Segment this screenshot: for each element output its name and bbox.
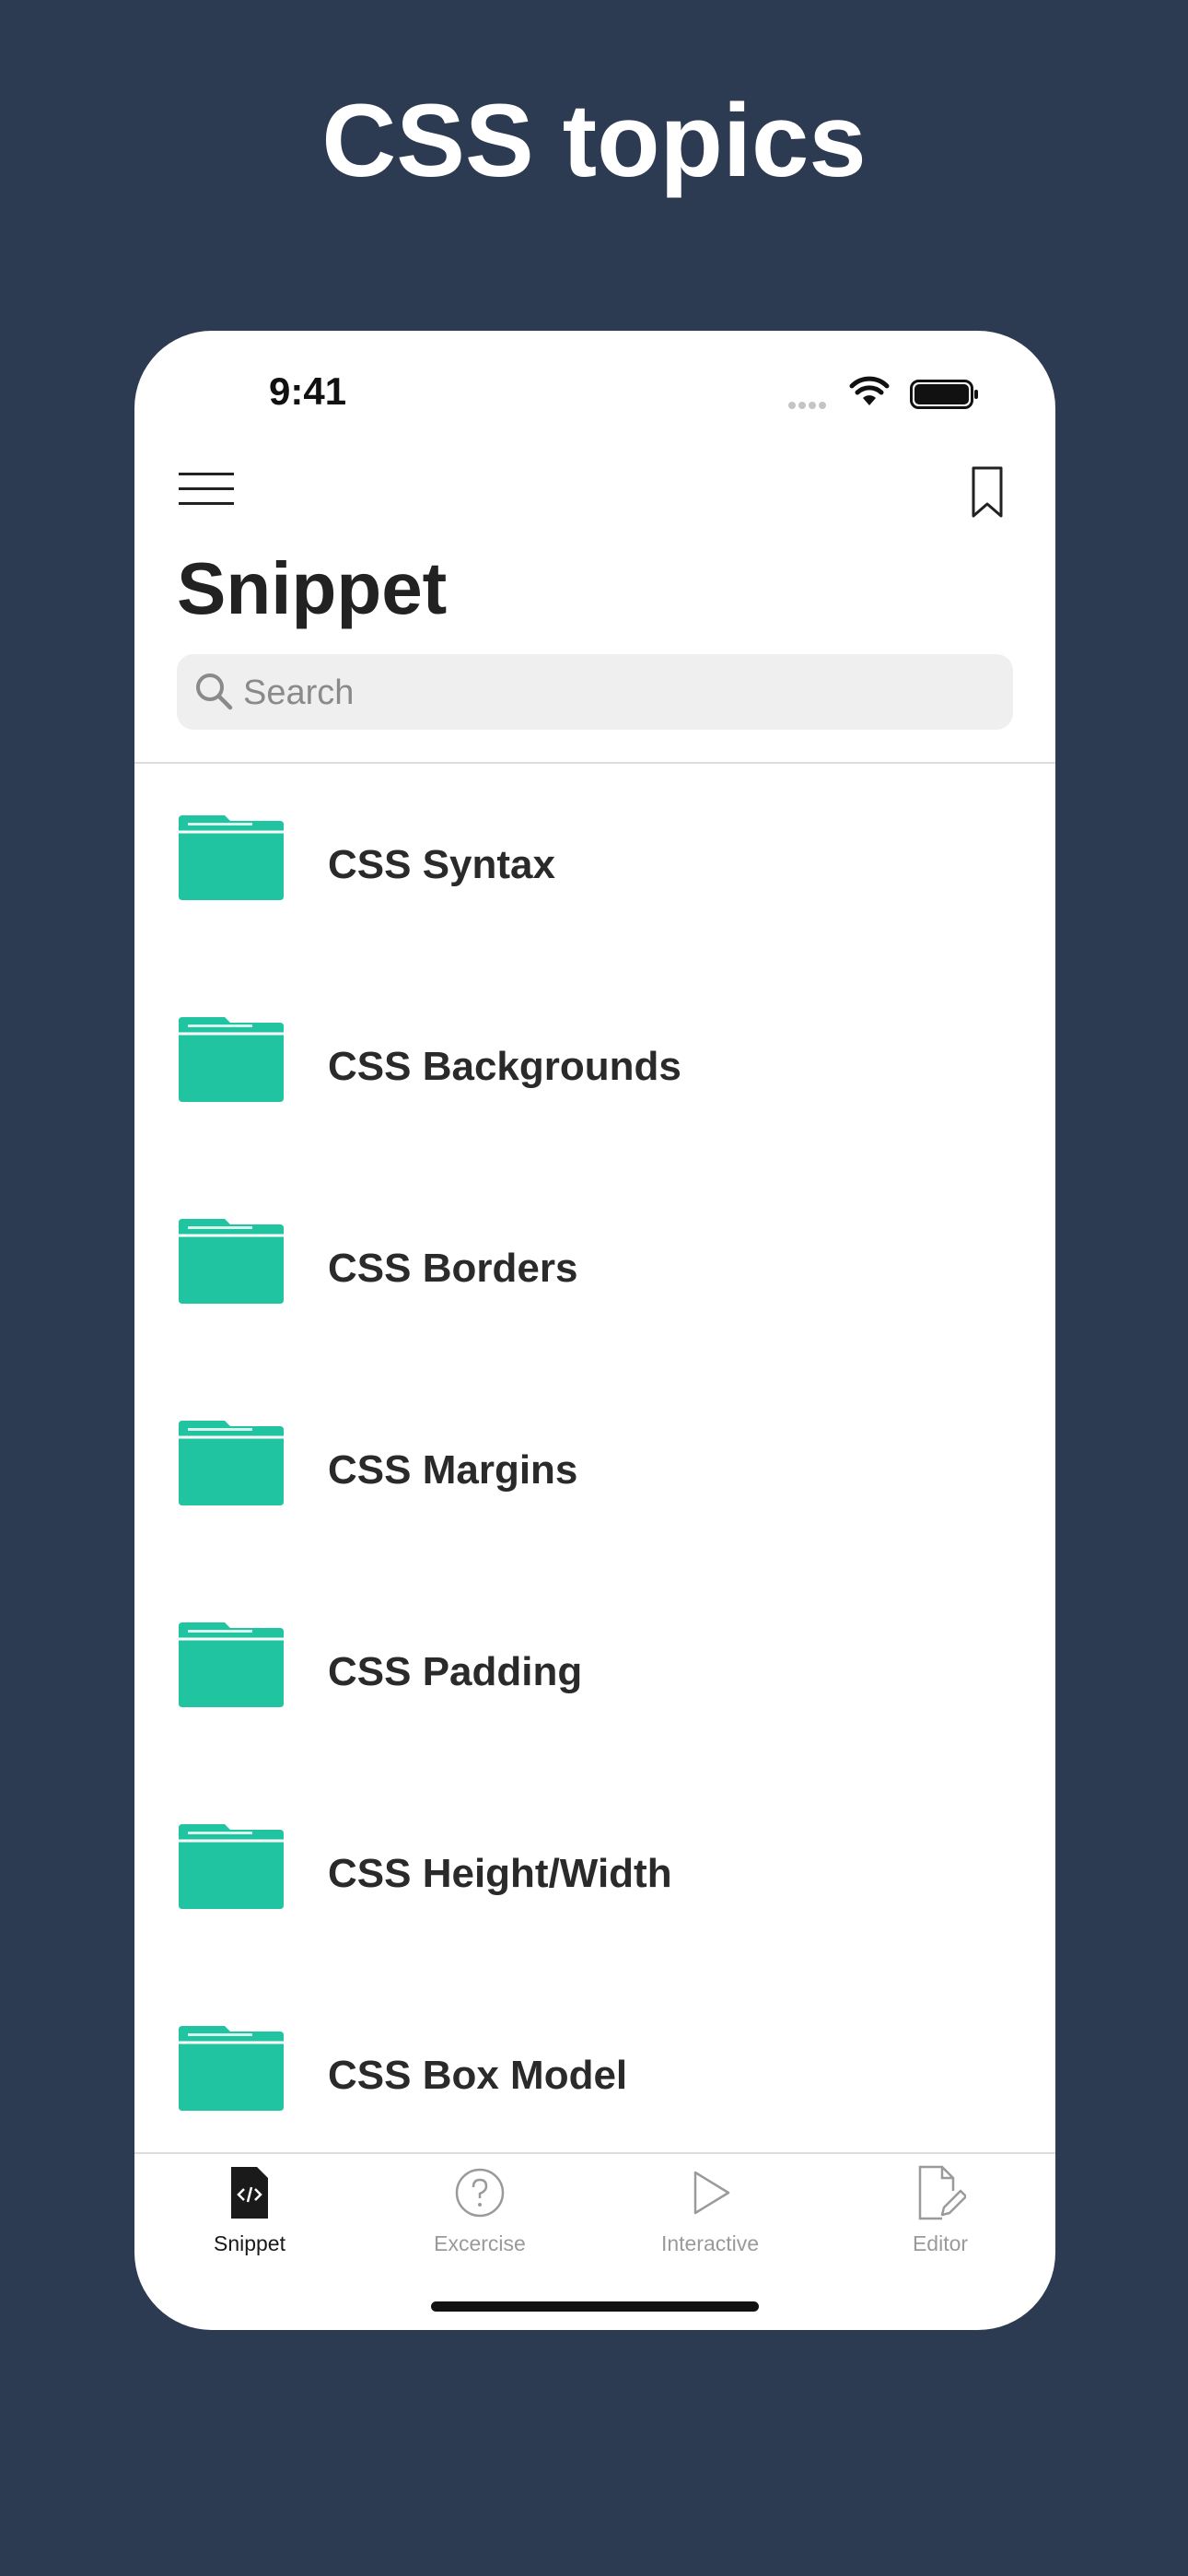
list-item[interactable]: CSS Height/Width <box>134 1773 1055 1974</box>
phone-screen: 9:41 Snippet Search CSS Syntax CSS Backg… <box>134 331 1055 2330</box>
promo-headline: CSS topics <box>321 83 867 198</box>
wifi-icon <box>849 376 890 405</box>
play-icon <box>693 2171 730 2215</box>
list-item[interactable]: CSS Margins <box>134 1369 1055 1571</box>
document-edit-icon <box>918 2165 966 2220</box>
list-item-label: CSS Padding <box>328 1649 583 1694</box>
code-document-icon <box>231 2167 268 2219</box>
battery-icon <box>910 380 978 409</box>
search-bar[interactable] <box>177 654 1013 732</box>
tab-excercise[interactable]: Excercise <box>365 2154 595 2274</box>
cellular-signal-icon <box>788 397 829 414</box>
question-circle-icon <box>455 2168 505 2218</box>
list-item[interactable]: CSS Borders <box>134 1167 1055 1369</box>
list-item[interactable]: CSS Padding <box>134 1571 1055 1773</box>
folder-icon <box>179 2026 284 2111</box>
folder-icon <box>179 1824 284 1909</box>
folder-icon <box>179 1622 284 1707</box>
list-item-label: CSS Height/Width <box>328 1851 672 1896</box>
tab-interactive[interactable]: Interactive <box>595 2154 825 2274</box>
tab-label: Excercise <box>434 2231 526 2255</box>
search-icon <box>196 673 233 710</box>
tab-label: Editor <box>912 2231 969 2255</box>
list-item-label: CSS Margins <box>328 1447 578 1493</box>
folder-icon <box>179 815 284 900</box>
list-item-label: CSS Backgrounds <box>328 1044 681 1089</box>
tab-bar: Snippet Excercise Interactive Editor <box>134 2154 1055 2274</box>
status-time: 9:41 <box>269 369 347 413</box>
home-indicator[interactable] <box>431 2301 759 2312</box>
list-item[interactable]: CSS Syntax <box>134 764 1055 966</box>
tab-editor[interactable]: Editor <box>825 2154 1055 2274</box>
folder-icon <box>179 1017 284 1102</box>
list-item-label: CSS Borders <box>328 1246 578 1291</box>
list-item-label: CSS Box Model <box>328 2053 628 2098</box>
tab-snippet[interactable]: Snippet <box>134 2154 365 2274</box>
list-item-label: CSS Syntax <box>328 842 555 887</box>
bookmark-icon[interactable] <box>971 465 1004 519</box>
list-item[interactable]: CSS Box Model <box>134 1974 1055 2176</box>
search-input[interactable] <box>241 654 1000 732</box>
folder-icon <box>179 1421 284 1505</box>
tab-label: Snippet <box>213 2231 285 2255</box>
page-title: Snippet <box>177 547 448 629</box>
hamburger-menu-icon[interactable] <box>179 471 234 508</box>
folder-icon <box>179 1219 284 1304</box>
topic-list: CSS Syntax CSS Backgrounds CSS Borders C… <box>134 764 1055 2176</box>
list-item[interactable]: CSS Backgrounds <box>134 966 1055 1167</box>
tab-label: Interactive <box>660 2231 760 2255</box>
